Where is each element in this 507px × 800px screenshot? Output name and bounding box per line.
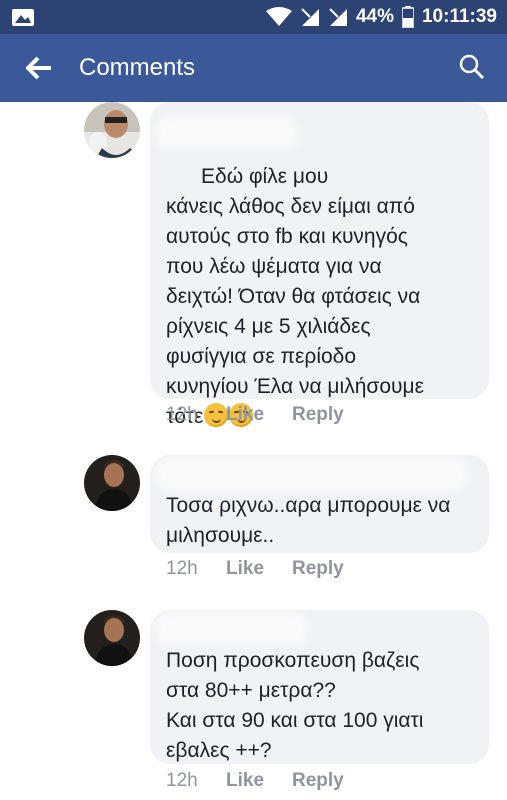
comment-body: Εδώ φίλε μου κάνεις λάθος δεν είμαι από … bbox=[166, 165, 424, 428]
like-button[interactable]: Like bbox=[226, 404, 292, 430]
page-title: Comments bbox=[79, 54, 196, 81]
like-button[interactable]: Like bbox=[226, 558, 292, 584]
avatar[interactable] bbox=[84, 455, 140, 511]
reply-button[interactable]: Reply bbox=[292, 558, 344, 584]
comment-time: 12h bbox=[166, 558, 198, 579]
signal-icon bbox=[301, 8, 319, 26]
search-icon[interactable] bbox=[459, 54, 485, 80]
reply-button[interactable]: Reply bbox=[292, 404, 344, 430]
comment-bubble: Τοσα ριχνω..αρα μπορουμε να μιλησουμε.. bbox=[150, 455, 489, 553]
image-notification-icon bbox=[12, 9, 34, 26]
comment-actions: 12h Like Reply bbox=[166, 770, 344, 796]
battery-percentage: 44% bbox=[355, 6, 394, 27]
reply-button[interactable]: Reply bbox=[292, 770, 344, 796]
comment-time: 12h bbox=[166, 404, 198, 425]
app-bar: Comments bbox=[0, 34, 507, 102]
signal-icon-2 bbox=[329, 8, 347, 26]
author-name-redacted[interactable] bbox=[162, 618, 302, 640]
wifi-icon bbox=[265, 7, 292, 26]
comment-bubble: Εδώ φίλε μου κάνεις λάθος δεν είμαι από … bbox=[150, 102, 489, 428]
comment-text: Ποση προσκοπευση βαζεις στα 80++ μετρα??… bbox=[166, 649, 424, 762]
battery-icon bbox=[401, 6, 414, 28]
comment-bubble: Ποση προσκοπευση βαζεις στα 80++ μετρα??… bbox=[150, 610, 489, 764]
author-name-redacted[interactable] bbox=[162, 463, 462, 485]
status-bar: 44% 10:11:39 bbox=[0, 0, 507, 34]
comment-actions: 12h Like Reply bbox=[166, 558, 344, 584]
avatar[interactable] bbox=[84, 610, 140, 666]
comment-actions: 12h Like Reply bbox=[166, 404, 344, 430]
clock: 10:11:39 bbox=[421, 6, 497, 27]
comment-time: 12h bbox=[166, 770, 198, 791]
comment-text: Τοσα ριχνω..αρα μπορουμε να μιλησουμε.. bbox=[166, 494, 451, 547]
avatar[interactable] bbox=[84, 102, 140, 158]
like-button[interactable]: Like bbox=[226, 770, 292, 796]
back-arrow-icon[interactable] bbox=[26, 56, 52, 80]
